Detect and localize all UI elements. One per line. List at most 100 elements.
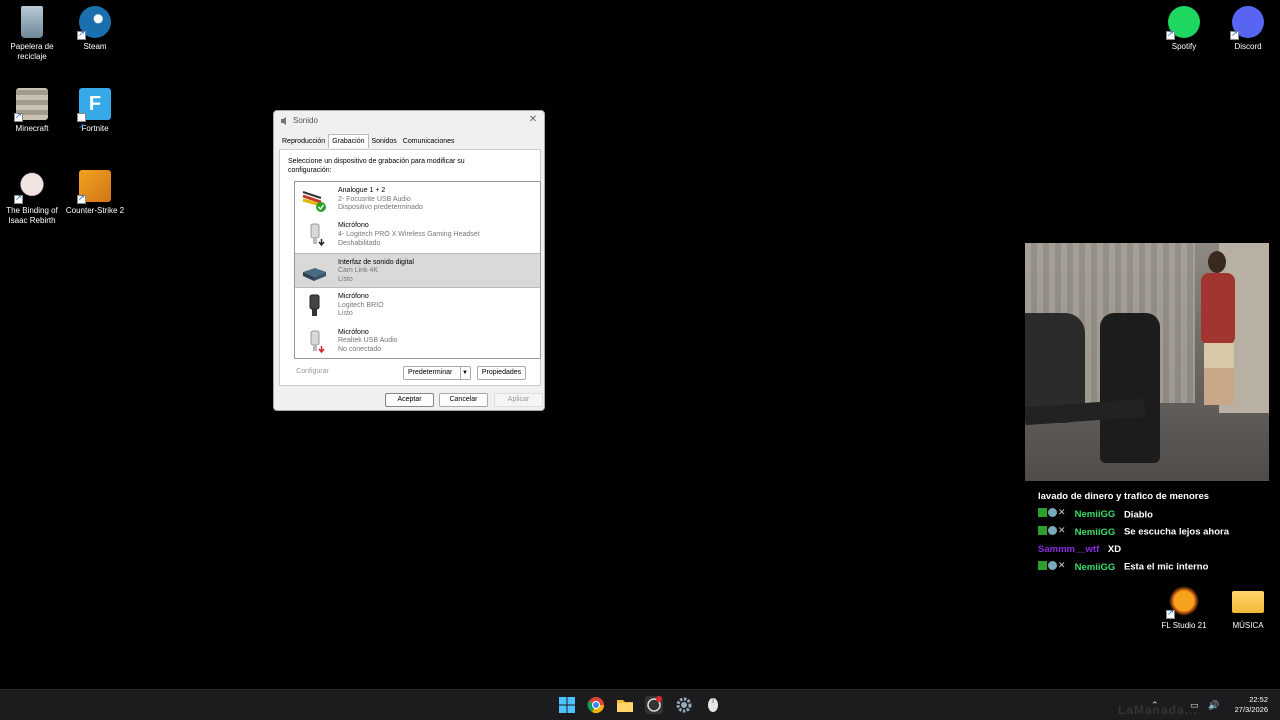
subscriber-badge-icon — [1048, 560, 1057, 570]
desktop-icon-recycle-bin[interactable]: Papelera de reciclaje — [0, 6, 64, 62]
minecraft-icon — [14, 88, 48, 122]
chat-username[interactable]: Sammm__wtf — [1038, 544, 1099, 555]
desktop-icon-music-folder[interactable]: MÚSICA — [1216, 585, 1280, 631]
capture-card-icon — [303, 267, 326, 281]
counter-strike-icon — [77, 170, 111, 204]
device-item[interactable]: Micrófono 4- Logitech PRO X Wireless Gam… — [295, 217, 540, 252]
desktop-icon-fortnite[interactable]: F Fortnite — [63, 88, 127, 143]
clock[interactable]: 22:52 27/3/2026 — [1235, 695, 1268, 715]
steam-icon — [77, 6, 111, 40]
desktop-icon-fl-studio[interactable]: FL Studio 21 — [1152, 585, 1216, 631]
close-icon[interactable]: ✕ — [527, 114, 539, 126]
audio-interface-icon — [302, 191, 326, 212]
isaac-icon — [14, 170, 48, 204]
chat-username[interactable]: NemiiGG — [1075, 562, 1116, 573]
desktop-icon-minecraft[interactable]: Minecraft — [0, 88, 64, 134]
dialog-titlebar[interactable]: Sonido ✕ — [274, 111, 544, 131]
device-item-selected[interactable]: Interfaz de sonido digital Cam Link 4K L… — [295, 252, 540, 289]
tab-sonidos[interactable]: Sonidos — [369, 135, 400, 149]
device-detail: Cam Link 4K — [338, 267, 379, 275]
device-status: Deshabilitado — [338, 239, 381, 247]
clock-date: 27/3/2026 — [1234, 705, 1268, 714]
chat-username[interactable]: NemiiGG — [1075, 509, 1116, 520]
desktop-icon-spotify[interactable]: Spotify — [1152, 6, 1216, 52]
chat-badges: ✕ — [1038, 559, 1072, 573]
cancel-button[interactable]: Cancelar — [439, 393, 488, 407]
device-name: Analogue 1 + 2 — [338, 187, 386, 194]
device-item[interactable]: Micrófono Logitech BRIO Listo — [295, 288, 540, 323]
moderator-badge-icon — [1038, 560, 1047, 570]
spotify-icon — [1166, 6, 1200, 40]
microphone-icon — [309, 294, 320, 317]
device-status: No conectado — [338, 345, 382, 353]
webcam-person — [1208, 251, 1226, 273]
folder-icon — [1232, 591, 1264, 613]
chevron-down-icon[interactable]: ▼ — [460, 367, 469, 379]
chat-message: ✕ NemiiGG Esta el mic interno — [1038, 560, 1268, 578]
tab-grabacion[interactable]: Grabación — [328, 134, 369, 148]
apply-button[interactable]: Aplicar — [494, 393, 543, 407]
chat-text: Diablo — [1123, 509, 1153, 521]
desktop-icon-label: Fortnite — [81, 124, 109, 133]
instruction-text: Seleccione un dispositivo de grabación p… — [288, 158, 465, 174]
ok-button[interactable]: Aceptar — [385, 393, 434, 407]
webcam-chair — [1100, 313, 1160, 463]
file-explorer-icon[interactable] — [616, 696, 634, 714]
device-status: Dispositivo predeterminado — [338, 204, 423, 212]
moderator-badge-icon — [1038, 508, 1047, 518]
shortcut-arrow-icon — [14, 111, 23, 122]
set-default-button[interactable]: Predeterminar ▼ — [403, 366, 471, 380]
device-list: Analogue 1 + 2 2- Focusrite USB Audio Di… — [294, 181, 541, 359]
desktop-icon-label: Spotify — [1171, 42, 1197, 51]
device-detail: Realtek USB Audio — [338, 337, 398, 345]
shortcut-arrow-icon — [14, 193, 23, 204]
mouse-app-icon[interactable] — [704, 696, 722, 714]
sound-dialog: Sonido ✕ Reproducción Grabación Sonidos … — [273, 110, 545, 411]
recycle-bin-icon — [21, 6, 43, 38]
windows-start-icon[interactable] — [558, 696, 576, 714]
desktop-icon-label: Minecraft — [15, 124, 49, 133]
desktop-icon-isaac[interactable]: The Binding of Isaac Rebirth — [0, 170, 64, 226]
configure-button[interactable]: Configurar — [290, 366, 335, 380]
watermark: LaManada... — [1118, 703, 1198, 717]
properties-button[interactable]: Propiedades — [477, 366, 526, 380]
settings-icon[interactable] — [675, 696, 693, 714]
dialog-tabs: Reproducción Grabación Sonidos Comunicac… — [279, 134, 458, 149]
desktop-icon-discord[interactable]: Discord — [1216, 6, 1280, 52]
dialog-title: Sonido — [293, 116, 318, 125]
device-item[interactable]: Analogue 1 + 2 2- Focusrite USB Audio Di… — [295, 182, 540, 217]
desktop-icon-label: Counter-Strike 2 — [65, 206, 125, 215]
device-name: Micrófono — [338, 328, 369, 336]
device-name: Micrófono — [338, 222, 369, 230]
subscriber-badge-icon — [1048, 525, 1057, 535]
desktop-icon-steam[interactable]: Steam — [63, 6, 127, 52]
shortcut-arrow-icon — [77, 193, 86, 204]
chat-username[interactable]: NemiiGG — [1075, 527, 1116, 538]
volume-icon[interactable]: 🔊 — [1208, 700, 1219, 711]
shortcut-arrow-icon — [1166, 29, 1175, 40]
chat-text: Se escucha lejos ahora — [1123, 526, 1230, 538]
shortcut-arrow-icon — [1230, 29, 1239, 40]
stream-chat: lavado de dinero y trafico de menores ✕ … — [1038, 490, 1268, 578]
desktop-icon-counter-strike[interactable]: Counter-Strike 2 — [63, 170, 127, 216]
webcam-person — [1204, 343, 1234, 405]
set-default-label: Predeterminar — [408, 369, 453, 376]
chat-badges: ✕ — [1038, 507, 1072, 521]
webcam-person — [1201, 273, 1235, 345]
device-detail: 4- Logitech PRO X Wireless Gaming Headse… — [338, 230, 480, 238]
chat-text: Esta el mic interno — [1123, 561, 1209, 573]
chat-message: Sammm__wtf XD — [1038, 543, 1268, 561]
device-item[interactable]: Micrófono Realtek USB Audio No conectado — [295, 324, 540, 358]
tab-comunicaciones[interactable]: Comunicaciones — [400, 135, 458, 149]
shortcut-arrow-icon — [77, 29, 86, 40]
obs-icon[interactable] — [645, 696, 663, 714]
taskbar: ⌃ ▭ 🔊 22:52 27/3/2026 — [0, 689, 1280, 720]
speaker-icon — [281, 117, 286, 125]
tab-reproduccion[interactable]: Reproducción — [279, 135, 328, 149]
device-status: Listo — [338, 310, 353, 318]
sword-badge-icon: ✕ — [1058, 559, 1066, 570]
chat-text: lavado de dinero y trafico de menores — [1038, 491, 1210, 502]
fl-studio-icon — [1166, 585, 1200, 619]
device-detail: 2- Focusrite USB Audio — [338, 195, 411, 203]
chrome-icon[interactable] — [587, 696, 605, 714]
